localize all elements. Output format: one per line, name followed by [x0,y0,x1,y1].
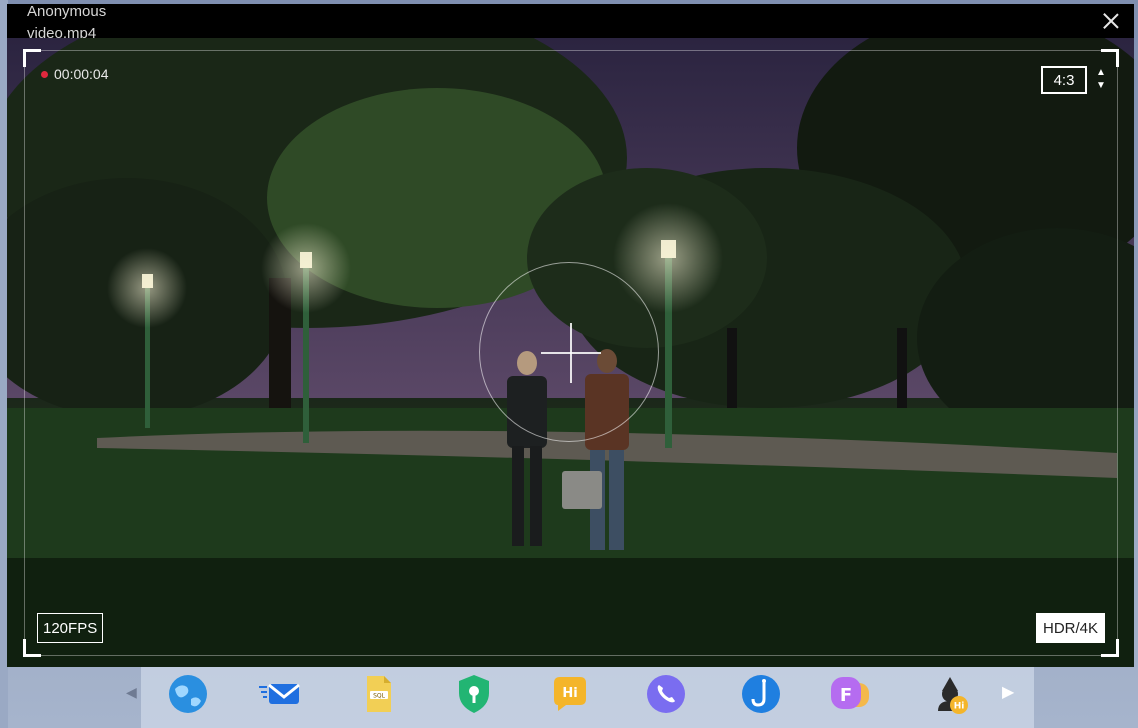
record-dot-icon [41,70,48,78]
fishing-hook-icon[interactable] [740,673,782,715]
phone-call-icon[interactable] [645,673,687,715]
close-icon[interactable] [1100,10,1122,32]
video-player-window: Anonymous video.mp4 00:00:04 4:3 ▲ ▼ 120… [7,3,1134,667]
f-app-icon[interactable]: F [829,673,871,715]
aspect-ratio-stepper[interactable]: ▲ ▼ [1095,66,1107,92]
frame-corner-top-left [23,49,41,67]
globe-browser-icon[interactable] [167,673,209,715]
sql-file-icon[interactable]: SQL [357,673,399,715]
crosshair-vertical [570,323,572,383]
arrow-down-icon[interactable]: ▼ [1095,79,1107,92]
timecode: 00:00:04 [54,66,109,82]
arrow-up-icon[interactable]: ▲ [1095,66,1107,79]
svg-text:Hi: Hi [562,686,577,701]
hacker-hi-icon[interactable]: Hi [930,673,972,715]
security-shield-icon[interactable] [453,673,495,715]
fps-badge: 120FPS [37,613,104,643]
recording-indicator: 00:00:04 [41,66,109,82]
svg-text:Hi: Hi [954,702,965,712]
frame-corner-top-right [1101,49,1119,67]
mail-icon[interactable] [259,673,301,715]
dock-prev-arrow-icon[interactable]: ◀ [126,684,137,701]
aspect-ratio-button[interactable]: 4:3 [1041,66,1087,94]
window-title-line1: Anonymous [27,3,107,20]
video-viewport[interactable]: 00:00:04 4:3 ▲ ▼ 120FPS HDR/4K [7,38,1134,667]
dock-next-arrow-icon[interactable]: ▶ [1002,682,1014,702]
svg-text:SQL: SQL [373,693,386,700]
svg-text:F: F [840,685,852,706]
quality-badge: HDR/4K [1035,613,1105,643]
hi-chat-icon[interactable]: Hi [548,673,590,715]
